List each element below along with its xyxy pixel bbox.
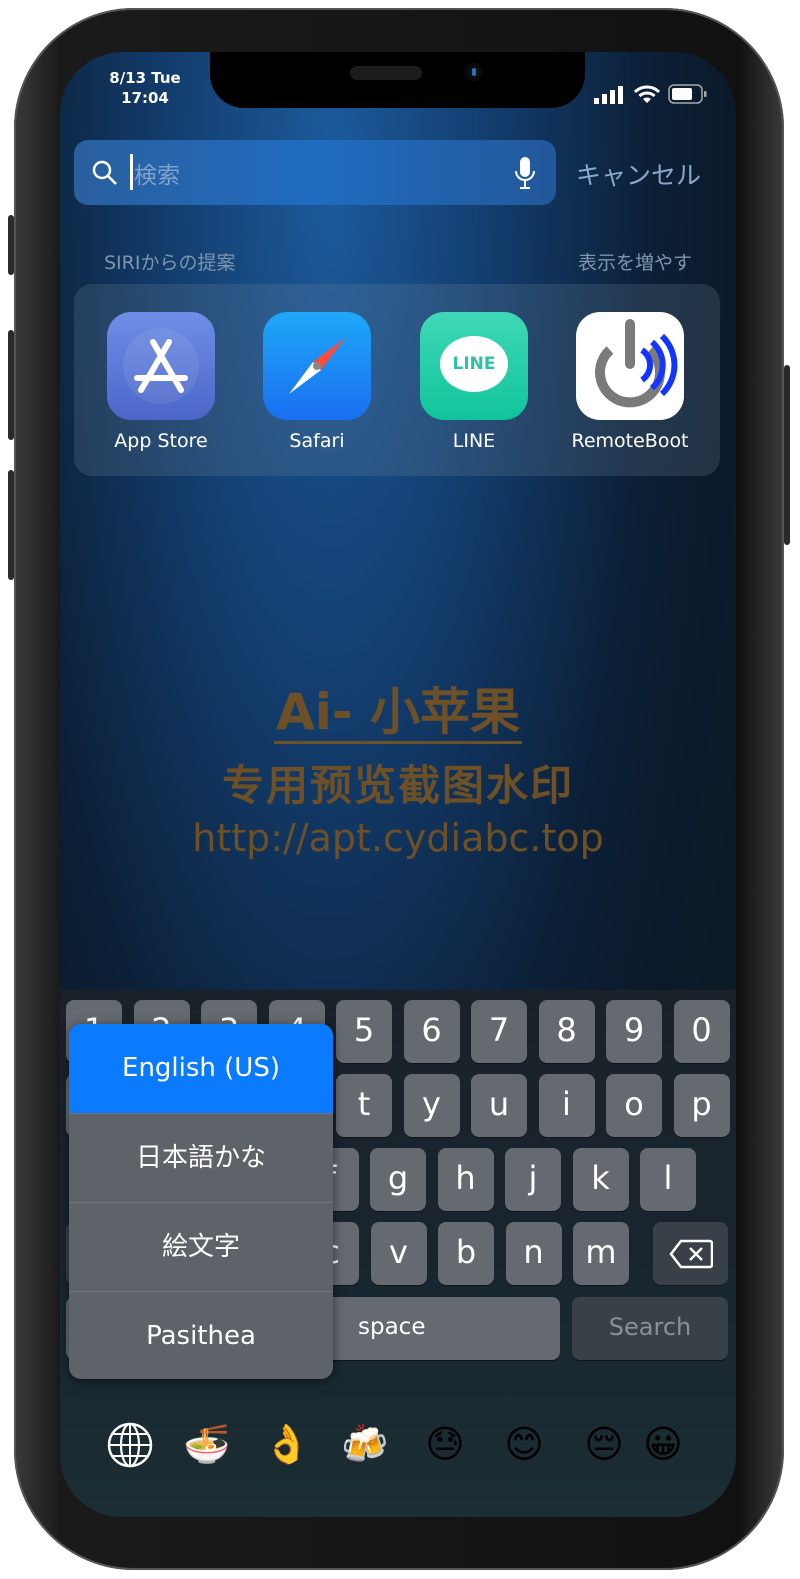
- key-0[interactable]: 0: [673, 1000, 730, 1063]
- search-placeholder: 検索: [134, 163, 180, 189]
- battery-icon: [668, 84, 707, 104]
- emoji-grinning[interactable]: 😀: [637, 1420, 689, 1468]
- search-field[interactable]: 検索: [74, 140, 556, 205]
- key-j[interactable]: j: [505, 1148, 561, 1211]
- emoji-pensive[interactable]: 😔: [578, 1420, 630, 1468]
- search-key[interactable]: Search: [572, 1297, 728, 1360]
- status-datetime: 8/13 Tue 17:04: [90, 68, 200, 108]
- key-k[interactable]: k: [572, 1148, 629, 1211]
- delete-icon: [668, 1239, 713, 1269]
- camera: [465, 63, 483, 81]
- key-5[interactable]: 5: [336, 1000, 392, 1063]
- language-menu: English (US) 日本語かな 絵文字 Pasithea: [69, 1024, 333, 1379]
- app-store-icon: [107, 312, 215, 420]
- key-6[interactable]: 6: [403, 1000, 460, 1063]
- line-logo-text: LINE: [440, 336, 508, 392]
- key-y[interactable]: y: [403, 1074, 460, 1137]
- app-label: App Store: [114, 430, 208, 452]
- screen: 8/13 Tue 17:04 検索 キャンセル SIRIからの提案 表示を増やす…: [60, 52, 736, 1517]
- emoji-ok-hand[interactable]: 👌: [261, 1420, 313, 1468]
- key-8[interactable]: 8: [538, 1000, 595, 1063]
- show-more-link[interactable]: 表示を増やす: [578, 248, 692, 275]
- watermark-line2: 专用预览截图水印: [221, 761, 574, 810]
- siri-suggestions-panel: App Store Safari LINE LINE RemoteBoot: [74, 284, 720, 476]
- microphone-icon[interactable]: [514, 156, 536, 190]
- language-option-japanese-kana[interactable]: 日本語かな: [69, 1113, 333, 1202]
- key-n[interactable]: n: [505, 1222, 562, 1285]
- language-option-emoji[interactable]: 絵文字: [69, 1202, 333, 1291]
- key-v[interactable]: v: [370, 1222, 427, 1285]
- key-u[interactable]: u: [471, 1074, 527, 1137]
- key-o[interactable]: o: [606, 1074, 662, 1137]
- power-button: [784, 365, 790, 545]
- watermark-line1: Ai- 小苹果: [60, 672, 736, 744]
- line-icon: LINE: [420, 312, 528, 420]
- emoji-ramen[interactable]: 🍜: [181, 1420, 233, 1468]
- status-time: 17:04: [121, 89, 169, 107]
- app-app-store[interactable]: App Store: [86, 312, 236, 452]
- app-remoteboot[interactable]: RemoteBoot: [555, 312, 705, 452]
- language-option-english[interactable]: English (US): [69, 1024, 333, 1113]
- signal-icon: [594, 86, 623, 104]
- mute-switch: [8, 215, 14, 275]
- watermark-line3: http://apt.cydiabc.top: [192, 816, 604, 860]
- volume-up-button: [8, 330, 14, 440]
- app-label: RemoteBoot: [571, 430, 689, 452]
- wifi-icon: [634, 85, 660, 103]
- notch: [210, 52, 585, 108]
- key-i[interactable]: i: [538, 1074, 595, 1137]
- status-icons: [594, 84, 708, 104]
- key-t[interactable]: t: [336, 1074, 392, 1137]
- key-l[interactable]: l: [640, 1148, 696, 1211]
- speaker: [350, 66, 422, 80]
- emoji-smile[interactable]: 😊: [498, 1420, 550, 1468]
- volume-down-button: [8, 470, 14, 580]
- key-m[interactable]: m: [573, 1222, 629, 1285]
- safari-compass-icon: [263, 312, 371, 420]
- watermark-title: Ai- 小苹果: [274, 683, 522, 744]
- siri-suggestions-header: SIRIからの提案: [104, 252, 236, 274]
- key-h[interactable]: h: [437, 1148, 494, 1211]
- app-safari[interactable]: Safari: [242, 312, 392, 452]
- app-line[interactable]: LINE LINE: [399, 312, 549, 452]
- delete-key[interactable]: [653, 1222, 728, 1285]
- emoji-sweat[interactable]: 😓: [419, 1420, 471, 1468]
- app-label: LINE: [452, 430, 496, 452]
- search-icon: [92, 160, 117, 185]
- key-9[interactable]: 9: [606, 1000, 662, 1063]
- language-option-pasithea[interactable]: Pasithea: [69, 1291, 333, 1379]
- app-label: Safari: [289, 430, 345, 452]
- key-g[interactable]: g: [370, 1148, 426, 1211]
- key-7[interactable]: 7: [471, 1000, 527, 1063]
- key-p[interactable]: p: [673, 1074, 730, 1137]
- key-b[interactable]: b: [438, 1222, 494, 1285]
- emoji-beers[interactable]: 🍻: [339, 1420, 391, 1468]
- text-caret: [130, 154, 133, 190]
- cancel-button[interactable]: キャンセル: [576, 156, 701, 192]
- globe-icon[interactable]: [106, 1421, 154, 1469]
- status-date: 8/13 Tue: [109, 69, 181, 87]
- power-icon: [576, 312, 684, 420]
